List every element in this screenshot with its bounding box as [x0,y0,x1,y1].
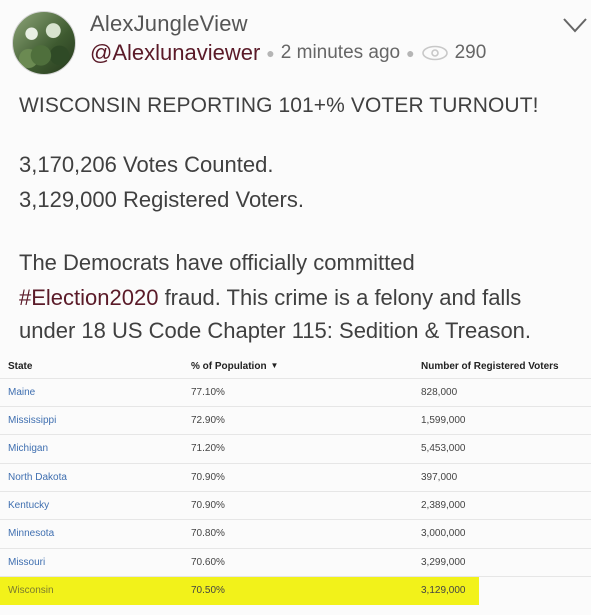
population-pct: 70.90% [191,500,225,511]
column-header-label: % of Population [191,361,267,372]
registered-voters: 3,000,000 [421,528,466,539]
eye-icon [421,45,448,61]
table-row: Minnesota 70.80% 3,000,000 [0,520,591,548]
display-name[interactable]: AlexJungleView [90,11,248,37]
column-header-state[interactable]: State [8,361,32,372]
chevron-down-icon[interactable] [562,16,588,34]
population-pct: 70.80% [191,528,225,539]
sort-down-icon: ▼ [270,361,279,370]
table-row: Kentucky 70.90% 2,389,000 [0,492,591,520]
avatar[interactable] [12,11,76,75]
hashtag-link[interactable]: #Election2020 [19,285,158,310]
table-row: Maine 77.10% 828,000 [0,379,591,407]
social-post: AlexJungleView @Alexlunaviewer ● 2 minut… [0,0,591,615]
post-text-fragment: fraud. This crime is a felony and falls [158,285,522,310]
registered-voters: 397,000 [421,472,458,483]
registered-voters: 3,299,000 [421,557,466,568]
post-headline: WISCONSIN REPORTING 101+% VOTER TURNOUT! [19,94,539,117]
registered-voters: 5,453,000 [421,443,466,454]
population-pct: 70.60% [191,557,225,568]
registered-voters: 3,129,000 [421,585,466,596]
post-text-line: The Democrats have officially committed [19,250,415,275]
table-row: Wisconsin 70.50% 3,129,000 [0,577,591,605]
column-header-registered[interactable]: Number of Registered Voters [421,361,559,372]
table-row: Mississippi 72.90% 1,599,000 [0,407,591,435]
population-pct: 70.50% [191,585,225,596]
post-timestamp: 2 minutes ago [280,42,401,63]
population-pct: 72.90% [191,415,225,426]
state-link[interactable]: Mississippi [8,415,56,426]
state-link[interactable]: Michigan [8,443,48,454]
registered-voters: 2,389,000 [421,500,466,511]
post-meta: @Alexlunaviewer ● 2 minutes ago ● 290 [90,40,486,66]
state-link[interactable]: North Dakota [8,472,67,483]
population-pct: 77.10% [191,387,225,398]
separator-dot: ● [266,45,275,61]
registered-voters: 828,000 [421,387,458,398]
table-row: North Dakota 70.90% 397,000 [0,464,591,492]
state-link[interactable]: Missouri [8,557,45,568]
population-pct: 71.20% [191,443,225,454]
population-pct: 70.90% [191,472,225,483]
user-handle[interactable]: @Alexlunaviewer [90,40,260,66]
state-link[interactable]: Wisconsin [8,585,54,596]
post-text-line: #Election2020 fraud. This crime is a fel… [19,285,521,311]
state-link[interactable]: Maine [8,387,35,398]
view-count: 290 [454,42,487,63]
state-link[interactable]: Kentucky [8,500,49,511]
column-header-pct[interactable]: % of Population ▼ [191,361,278,372]
separator-dot: ● [406,45,415,61]
post-text-line: 3,170,206 Votes Counted. [19,152,274,177]
voter-table: State % of Population ▼ Number of Registe… [0,353,591,615]
post-text-line: 3,129,000 Registered Voters. [19,187,304,212]
table-row: Michigan 71.20% 5,453,000 [0,435,591,463]
state-link[interactable]: Minnesota [8,528,54,539]
post-text-line: under 18 US Code Chapter 115: Sedition &… [19,318,532,343]
registered-voters: 1,599,000 [421,415,466,426]
table-row: Missouri 70.60% 3,299,000 [0,549,591,577]
